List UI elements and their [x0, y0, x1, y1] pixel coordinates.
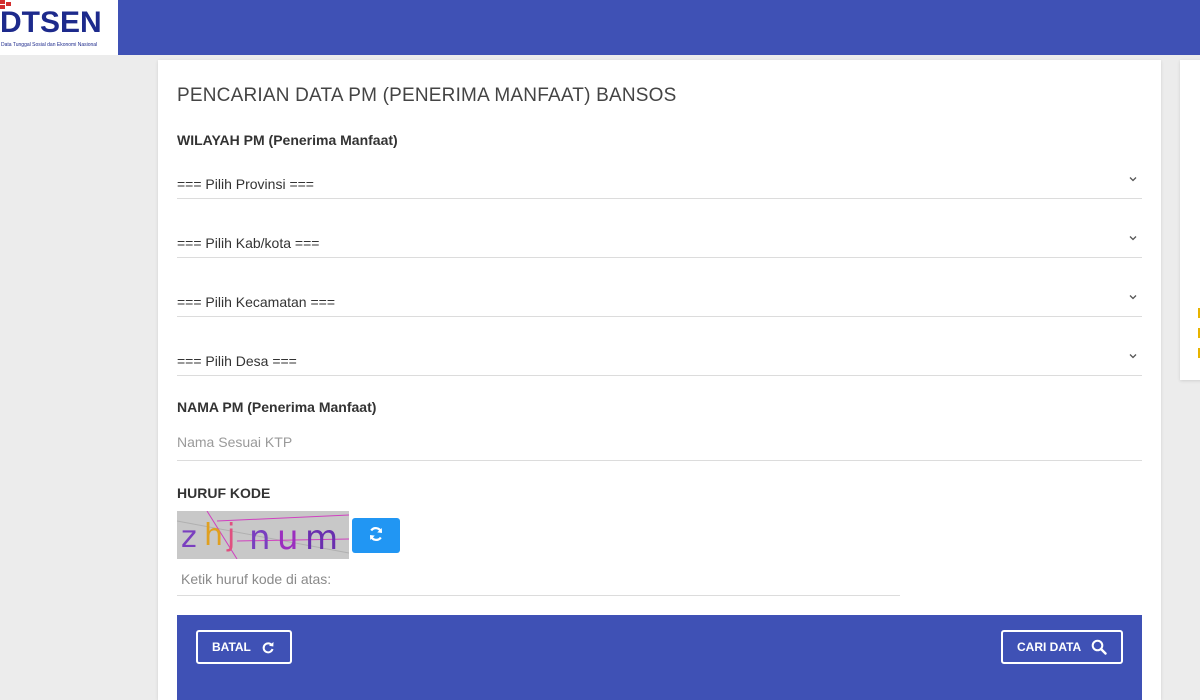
code-label: HURUF KODE: [177, 485, 271, 501]
district-select[interactable]: === Pilih Kecamatan ===: [177, 284, 1142, 317]
chevron-down-icon: [1129, 177, 1137, 182]
village-select-value: === Pilih Desa ===: [177, 353, 297, 369]
cancel-button[interactable]: BATAL: [196, 630, 292, 664]
captcha-image: z h j n u m: [177, 511, 349, 559]
action-bar: BATAL CARI DATA: [177, 615, 1142, 700]
side-panel: [1180, 60, 1200, 380]
regency-select[interactable]: === Pilih Kab/kota ===: [177, 225, 1142, 258]
reset-icon: [262, 642, 274, 654]
province-select[interactable]: === Pilih Provinsi ===: [177, 166, 1142, 199]
chevron-down-icon: [1129, 295, 1137, 300]
village-select[interactable]: === Pilih Desa ===: [177, 343, 1142, 376]
chevron-down-icon: [1129, 354, 1137, 359]
province-select-value: === Pilih Provinsi ===: [177, 176, 314, 192]
captcha-graphic: z h j n u m: [177, 511, 349, 559]
regency-select-value: === Pilih Kab/kota ===: [177, 235, 320, 251]
captcha-char: m: [305, 518, 338, 558]
captcha-char: h: [204, 518, 223, 553]
name-label: NAMA PM (Penerima Manfaat): [177, 399, 377, 415]
region-label: WILAYAH PM (Penerima Manfaat): [177, 132, 398, 148]
refresh-icon: [369, 527, 383, 541]
captcha-char: u: [277, 518, 299, 558]
refresh-captcha-button[interactable]: [352, 518, 400, 553]
search-icon: [1091, 639, 1107, 655]
district-select-value: === Pilih Kecamatan ===: [177, 294, 335, 310]
captcha-code-input[interactable]: [177, 563, 900, 596]
search-card: PENCARIAN DATA PM (PENERIMA MANFAAT) BAN…: [158, 60, 1161, 700]
chevron-down-icon: [1129, 236, 1137, 241]
name-input[interactable]: [177, 424, 1142, 461]
captcha-char: n: [249, 518, 271, 558]
top-navbar: DTSEN Data Tunggal Sosial dan Ekonomi Na…: [0, 0, 1200, 55]
captcha-char: z: [181, 520, 197, 555]
logo[interactable]: DTSEN Data Tunggal Sosial dan Ekonomi Na…: [0, 0, 118, 55]
captcha-char: j: [226, 518, 235, 553]
cancel-button-label: BATAL: [212, 640, 251, 654]
logo-text: DTSEN: [0, 6, 102, 39]
page-title: PENCARIAN DATA PM (PENERIMA MANFAAT) BAN…: [177, 85, 677, 106]
search-button[interactable]: CARI DATA: [1001, 630, 1123, 664]
logo-subtitle: Data Tunggal Sosial dan Ekonomi Nasional: [1, 42, 98, 48]
search-button-label: CARI DATA: [1017, 640, 1082, 654]
